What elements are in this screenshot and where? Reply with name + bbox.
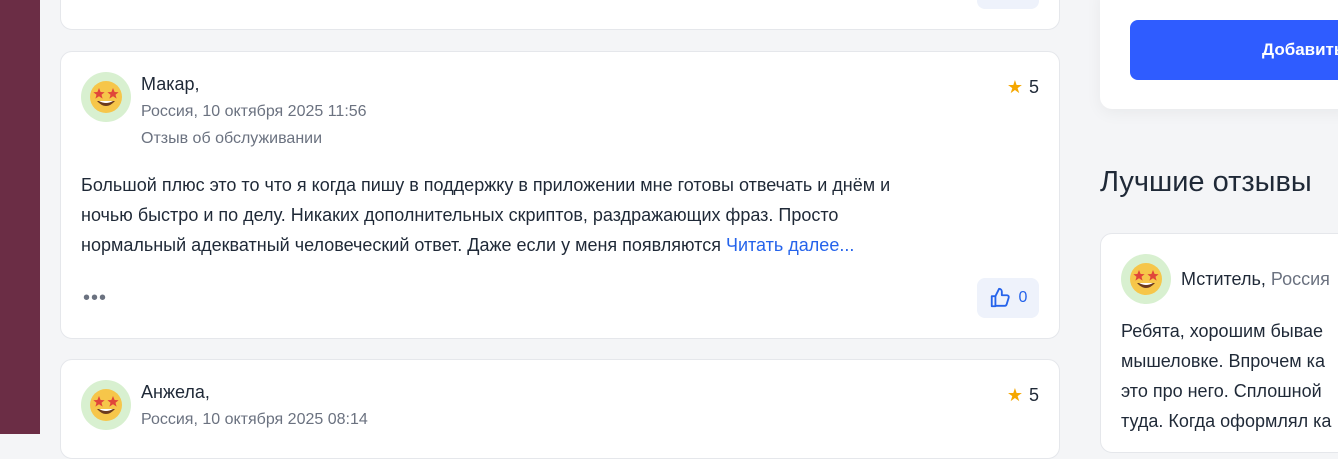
best-reviews-title: Лучшие отзывы: [1100, 166, 1312, 198]
best-review-text-line: мышеловке. Впрочем ка: [1121, 351, 1325, 371]
avatar[interactable]: [81, 380, 131, 430]
best-review-text: Ребята, хорошим бывае мышеловке. Впрочем…: [1121, 316, 1338, 436]
best-review-author-line: Мститель, Россия: [1181, 269, 1330, 289]
read-more-link[interactable]: Читать далее...: [726, 235, 854, 255]
like-count: 0: [1018, 289, 1028, 306]
best-review-text-line: туда. Когда оформлял ка: [1121, 411, 1332, 431]
review-card: Анжела, Россия, 10 октября 2025 08:14 ★ …: [60, 359, 1060, 459]
rating-value: 5: [1028, 385, 1039, 405]
review-author[interactable]: Макар,: [141, 74, 200, 95]
left-decorative-band: [0, 0, 40, 434]
star-struck-emoji-icon: [90, 389, 122, 421]
like-button-previous[interactable]: [977, 0, 1039, 9]
review-author[interactable]: Анжела,: [141, 382, 210, 403]
review-rating: ★ 5: [1007, 385, 1039, 406]
review-location-date: Россия, 10 октября 2025 11:56: [141, 103, 367, 120]
avatar[interactable]: [1121, 254, 1171, 304]
best-review-author[interactable]: Мститель: [1181, 269, 1261, 289]
best-review-text-line: Ребята, хорошим бывае: [1121, 321, 1324, 341]
like-button[interactable]: 0: [977, 278, 1039, 318]
review-rating: ★ 5: [1007, 77, 1039, 98]
add-review-button[interactable]: Добавить: [1130, 20, 1338, 80]
avatar[interactable]: [81, 72, 131, 122]
best-review-text-line: это про него. Сплошной: [1121, 381, 1322, 401]
thumbs-up-icon: [990, 287, 1010, 308]
best-review-card: Мститель, Россия Ребята, хорошим бывае м…: [1100, 233, 1338, 453]
best-review-region: Россия: [1270, 269, 1330, 289]
review-text-line: ночью быстро и по делу. Никаких дополнит…: [81, 205, 839, 225]
review-text-line: Большой плюс это то что я когда пишу в п…: [81, 175, 891, 195]
review-card-previous: [60, 0, 1060, 30]
star-icon: ★: [1006, 77, 1023, 97]
star-struck-emoji-icon: [1130, 263, 1162, 295]
review-category[interactable]: Отзыв об обслуживании: [141, 130, 322, 148]
more-options-icon[interactable]: •••: [83, 287, 107, 310]
review-location-date: Россия, 10 октября 2025 08:14: [141, 411, 368, 428]
review-text: Большой плюс это то что я когда пишу в п…: [81, 170, 1041, 260]
star-icon: ★: [1006, 385, 1023, 405]
review-text-line: нормальный адекватный человеческий ответ…: [81, 235, 726, 255]
rating-value: 5: [1028, 77, 1039, 97]
star-struck-emoji-icon: [90, 81, 122, 113]
review-card: Макар, Россия, 10 октября 2025 11:56 Отз…: [60, 51, 1060, 339]
